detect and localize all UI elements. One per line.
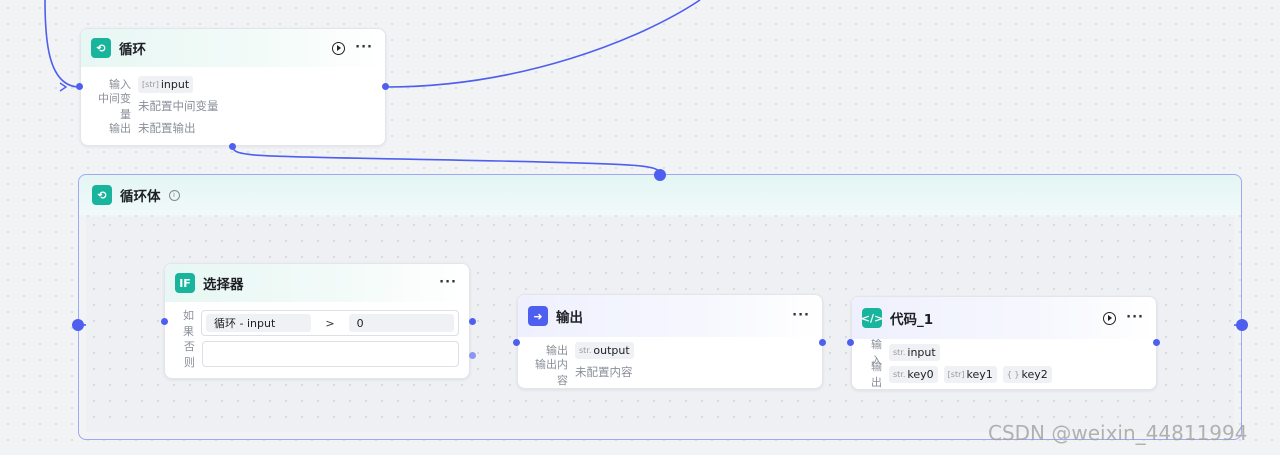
code-icon: </> xyxy=(861,308,883,328)
code-node[interactable]: </> 代码_1 ··· 输入 str. input 输出 str. key0 [s… xyxy=(851,296,1157,390)
condition-left[interactable]: 循环 - input xyxy=(206,314,312,332)
output-output-port[interactable] xyxy=(819,339,826,346)
loop-input-row: 输入 [str] input xyxy=(91,73,375,95)
code-node-title: 代码_1 xyxy=(890,312,934,328)
watermark: CSDN @weixin_44811994 xyxy=(988,421,1248,445)
output-tag: str. output xyxy=(575,341,634,359)
loop-node-title: 循环 xyxy=(119,42,146,58)
more-icon[interactable]: ··· xyxy=(439,276,457,289)
loop-body-start-port[interactable] xyxy=(72,319,84,331)
output-node-title: 输出 xyxy=(556,310,583,326)
else-box[interactable] xyxy=(201,341,459,367)
condition-right[interactable]: 0 xyxy=(348,314,454,332)
input-tag: str. input xyxy=(889,343,940,361)
loop-body-port[interactable] xyxy=(229,143,236,150)
output-input-port[interactable] xyxy=(513,339,520,346)
output-node[interactable]: ➜ 输出 ··· 输出 str. output 输出内容 未配置内容 xyxy=(517,294,823,389)
loop-output-row: 输出 未配置输出 xyxy=(109,121,196,135)
more-icon[interactable]: ··· xyxy=(355,41,373,54)
selector-node-header: IF 选择器 ··· xyxy=(165,264,469,302)
edge-loop-output-upwards xyxy=(385,0,701,88)
loop-node-header: ⟲ 循环 ··· xyxy=(81,29,385,67)
loop-node[interactable]: ⟲ 循环 ··· 输入 [str] input 中间变量 未配置中间变量 输出 未… xyxy=(80,28,386,146)
loop-body-icon: ⟲ xyxy=(92,185,112,205)
output-tag-key0: str. key0 xyxy=(889,365,938,383)
output-content-row: 输出内容 未配置内容 xyxy=(535,358,633,387)
loop-vars-row: 中间变量 未配置中间变量 xyxy=(98,92,219,121)
run-icon[interactable] xyxy=(332,41,346,55)
edge-top-to-loop-input xyxy=(44,0,79,88)
loop-body-top-port[interactable] xyxy=(654,169,666,181)
loop-output-port[interactable] xyxy=(382,83,389,90)
input-tag: [str] input xyxy=(138,75,194,93)
more-icon[interactable]: ··· xyxy=(792,309,810,322)
arrow-head-loop-input xyxy=(59,82,68,92)
output-row: 输出 str. output xyxy=(528,339,812,361)
condition-box[interactable]: 循环 - input > 0 xyxy=(201,310,459,336)
if-icon: IF xyxy=(175,273,195,293)
selector-node[interactable]: IF 选择器 ··· 如果 循环 - input > 0 否则 xyxy=(164,263,470,379)
if-row: 如果 循环 - input > 0 xyxy=(175,309,459,338)
code-output-row: 输出 str. key0 [str] key1 { } key2 xyxy=(862,360,1146,389)
else-row: 否则 xyxy=(175,337,459,371)
selector-else-port[interactable] xyxy=(469,352,476,359)
edge-loop-bottom-to-body xyxy=(232,146,661,175)
loop-input-port[interactable] xyxy=(76,83,83,90)
selector-if-port[interactable] xyxy=(469,318,476,325)
code-output-port[interactable] xyxy=(1153,339,1160,346)
more-icon[interactable]: ··· xyxy=(1126,311,1144,324)
run-icon[interactable] xyxy=(1103,311,1117,325)
selector-input-port[interactable] xyxy=(161,318,168,325)
loop-body-header: ⟲ 循环体 i xyxy=(79,175,1241,215)
output-node-header: ➜ 输出 ··· xyxy=(518,295,822,337)
condition-operator[interactable]: > xyxy=(311,317,348,330)
code-node-header: </> 代码_1 ··· xyxy=(852,297,1156,339)
loop-body-end-port[interactable] xyxy=(1236,319,1248,331)
output-tag-key2: { } key2 xyxy=(1002,365,1052,383)
selector-node-title: 选择器 xyxy=(203,277,244,293)
loop-icon: ⟲ xyxy=(91,38,111,58)
loop-body-title: 循环体 xyxy=(120,189,161,205)
code-input-port[interactable] xyxy=(847,339,854,346)
output-icon: ➜ xyxy=(528,306,548,326)
output-tag-key1: [str] key1 xyxy=(943,365,997,383)
code-input-row: 输入 str. input xyxy=(862,338,1146,367)
info-icon[interactable]: i xyxy=(168,189,180,201)
